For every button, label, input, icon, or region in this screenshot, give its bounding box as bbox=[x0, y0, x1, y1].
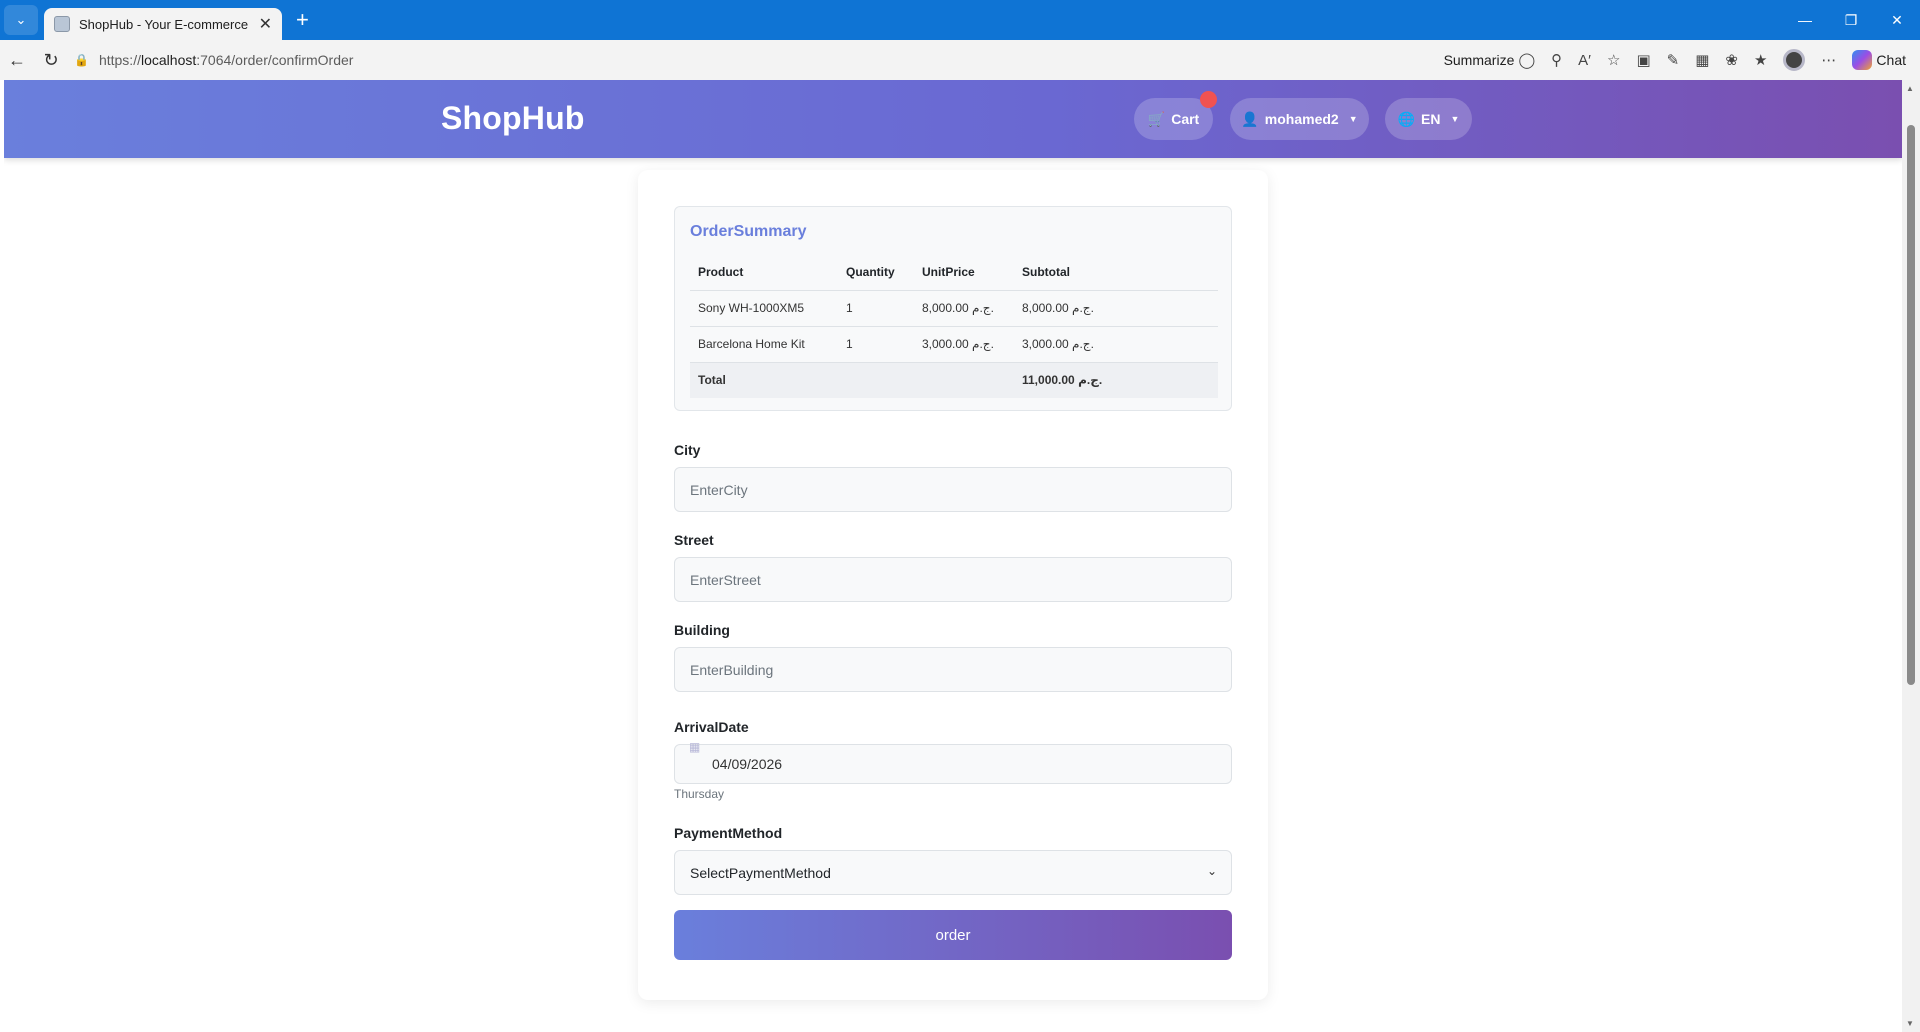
chat-label: Chat bbox=[1876, 52, 1906, 68]
summarize-icon: ◯ bbox=[1518, 52, 1536, 69]
language-button[interactable]: 🌐 EN ▼ bbox=[1385, 98, 1472, 140]
column-header: Quantity bbox=[838, 255, 914, 291]
tab-title: ShopHub - Your E-commerce bbox=[79, 16, 249, 32]
column-header: Product bbox=[690, 255, 838, 291]
copilot-icon bbox=[1852, 50, 1873, 70]
restore-icon[interactable]: ❐ bbox=[1828, 0, 1874, 40]
cell-quantity: 1 bbox=[838, 326, 914, 363]
street-label: Street bbox=[674, 532, 714, 548]
caret-down-icon: ▼ bbox=[1450, 114, 1460, 124]
arrival-date-label: ArrivalDate bbox=[674, 719, 749, 735]
browser-tabbar: ⌄ ShopHub - Your E-commerce ✕ + — ❐ ✕ bbox=[0, 0, 1920, 40]
page-scrollbar[interactable]: ▲ ▼ bbox=[1902, 80, 1920, 1032]
cart-icon: 🛒 bbox=[1147, 110, 1166, 127]
address-bar[interactable]: 🔒 https://localhost:7064/order/confirmOr… bbox=[74, 45, 1444, 75]
page-viewport: ShopHub 🛒 Cart 👤 mohamed2 ▼ 🌐 EN ▼ Order… bbox=[4, 80, 1902, 1032]
payment-method-selected: SelectPaymentMethod bbox=[690, 864, 831, 881]
total-label: Total bbox=[690, 362, 838, 398]
total-value: 11,000.00 ج.م. bbox=[1014, 362, 1218, 398]
zoom-icon[interactable]: ⚲ bbox=[1551, 51, 1562, 69]
cell-subtotal: 8,000.00 ج.م. bbox=[1014, 290, 1218, 327]
more-icon[interactable]: ⋯ bbox=[1821, 51, 1836, 69]
column-header: Subtotal bbox=[1014, 255, 1218, 291]
street-input[interactable] bbox=[674, 557, 1232, 602]
url-host: localhost bbox=[140, 52, 197, 68]
window-controls: — ❐ ✕ bbox=[1782, 0, 1920, 40]
payment-method-label: PaymentMethod bbox=[674, 825, 783, 841]
arrival-day-hint: Thursday bbox=[674, 787, 725, 801]
profile-avatar[interactable] bbox=[1783, 49, 1806, 71]
city-label: City bbox=[674, 442, 701, 458]
summary-title: OrderSummary bbox=[690, 223, 807, 240]
calendar-icon[interactable]: ▦ bbox=[689, 740, 700, 754]
minimize-icon[interactable]: — bbox=[1782, 0, 1828, 40]
total-empty bbox=[914, 362, 1014, 398]
read-aloud-icon[interactable]: A′ bbox=[1578, 52, 1591, 69]
user-icon: 👤 bbox=[1241, 110, 1259, 127]
order-button[interactable]: order bbox=[674, 910, 1232, 960]
tab-actions-menu[interactable]: ⌄ bbox=[4, 5, 38, 35]
table-row: Barcelona Home Kit 1 3,000.00 ج.م. 3,000… bbox=[690, 326, 1218, 363]
building-input[interactable] bbox=[674, 647, 1232, 692]
summarize-label: Summarize bbox=[1443, 52, 1515, 68]
order-card: OrderSummary Product Quantity UnitPrice … bbox=[638, 170, 1268, 1000]
lock-icon: 🔒 bbox=[74, 53, 89, 67]
language-label: EN bbox=[1421, 111, 1441, 127]
order-table: Product Quantity UnitPrice Subtotal Sony… bbox=[690, 255, 1218, 398]
city-input[interactable] bbox=[674, 467, 1232, 512]
cart-badge bbox=[1200, 91, 1217, 108]
globe-icon: 🌐 bbox=[1397, 110, 1416, 127]
chat-button[interactable]: Chat bbox=[1852, 50, 1906, 70]
scroll-up-icon[interactable]: ▲ bbox=[1906, 84, 1914, 93]
site-header: ShopHub 🛒 Cart 👤 mohamed2 ▼ 🌐 EN ▼ bbox=[4, 80, 1902, 158]
user-menu-button[interactable]: 👤 mohamed2 ▼ bbox=[1230, 98, 1369, 140]
cart-label: Cart bbox=[1171, 111, 1200, 127]
cell-product: Sony WH-1000XM5 bbox=[690, 290, 838, 327]
arrival-date-value: 04/09/2026 bbox=[712, 756, 783, 772]
scroll-down-icon[interactable]: ▼ bbox=[1906, 1019, 1914, 1028]
table-header-row: Product Quantity UnitPrice Subtotal bbox=[690, 255, 1218, 291]
total-row: Total 11,000.00 ج.م. bbox=[690, 362, 1218, 398]
column-header: UnitPrice bbox=[914, 255, 1014, 291]
refresh-icon[interactable]: ↻ bbox=[34, 50, 68, 71]
cell-product: Barcelona Home Kit bbox=[690, 326, 838, 363]
building-label: Building bbox=[674, 622, 730, 638]
favorite-star-icon[interactable]: ☆ bbox=[1607, 51, 1620, 69]
browser-toolbar: ← ↻ 🔒 https://localhost:7064/order/confi… bbox=[0, 40, 1920, 80]
browser-tab[interactable]: ShopHub - Your E-commerce ✕ bbox=[44, 8, 282, 40]
new-tab-icon[interactable]: + bbox=[296, 9, 309, 31]
url-prefix: https:// bbox=[98, 52, 141, 68]
close-tab-icon[interactable]: ✕ bbox=[259, 14, 272, 34]
extension-icon[interactable]: ▣ bbox=[1636, 51, 1650, 69]
cell-unit-price: 3,000.00 ج.م. bbox=[914, 326, 1014, 363]
close-window-icon[interactable]: ✕ bbox=[1874, 0, 1920, 40]
scrollbar-thumb[interactable] bbox=[1907, 125, 1915, 685]
favorites-list-icon[interactable]: ★ bbox=[1754, 51, 1767, 69]
url-path: :7064/order/confirmOrder bbox=[196, 52, 354, 68]
caret-down-icon: ▼ bbox=[1348, 114, 1358, 124]
order-summary: OrderSummary Product Quantity UnitPrice … bbox=[674, 206, 1232, 411]
total-empty bbox=[838, 362, 914, 398]
cell-quantity: 1 bbox=[838, 290, 914, 327]
puzzle-icon[interactable]: ❀ bbox=[1725, 51, 1738, 69]
favicon-icon bbox=[54, 16, 70, 32]
payment-method-select[interactable]: SelectPaymentMethod ⌄ bbox=[674, 850, 1232, 895]
brand-logo[interactable]: ShopHub bbox=[441, 100, 585, 137]
back-icon[interactable]: ← bbox=[0, 50, 34, 71]
screenshot-icon[interactable]: ▦ bbox=[1695, 51, 1709, 69]
chevron-down-icon: ⌄ bbox=[1206, 864, 1217, 878]
summarize-button[interactable]: Summarize ◯ bbox=[1444, 51, 1536, 69]
table-row: Sony WH-1000XM5 1 8,000.00 ج.م. 8,000.00… bbox=[690, 290, 1218, 327]
cell-unit-price: 8,000.00 ج.م. bbox=[914, 290, 1014, 327]
browser-tools: Summarize ◯ ⚲ A′ ☆ ▣ ✎ ▦ ❀ ★ ⋯ Chat bbox=[1444, 49, 1920, 71]
cell-subtotal: 3,000.00 ج.م. bbox=[1014, 326, 1218, 363]
chevron-down-icon: ⌄ bbox=[15, 12, 27, 27]
user-label: mohamed2 bbox=[1264, 111, 1339, 127]
pen-icon[interactable]: ✎ bbox=[1667, 51, 1680, 69]
arrival-date-input[interactable]: 04/09/2026 bbox=[674, 744, 1232, 784]
